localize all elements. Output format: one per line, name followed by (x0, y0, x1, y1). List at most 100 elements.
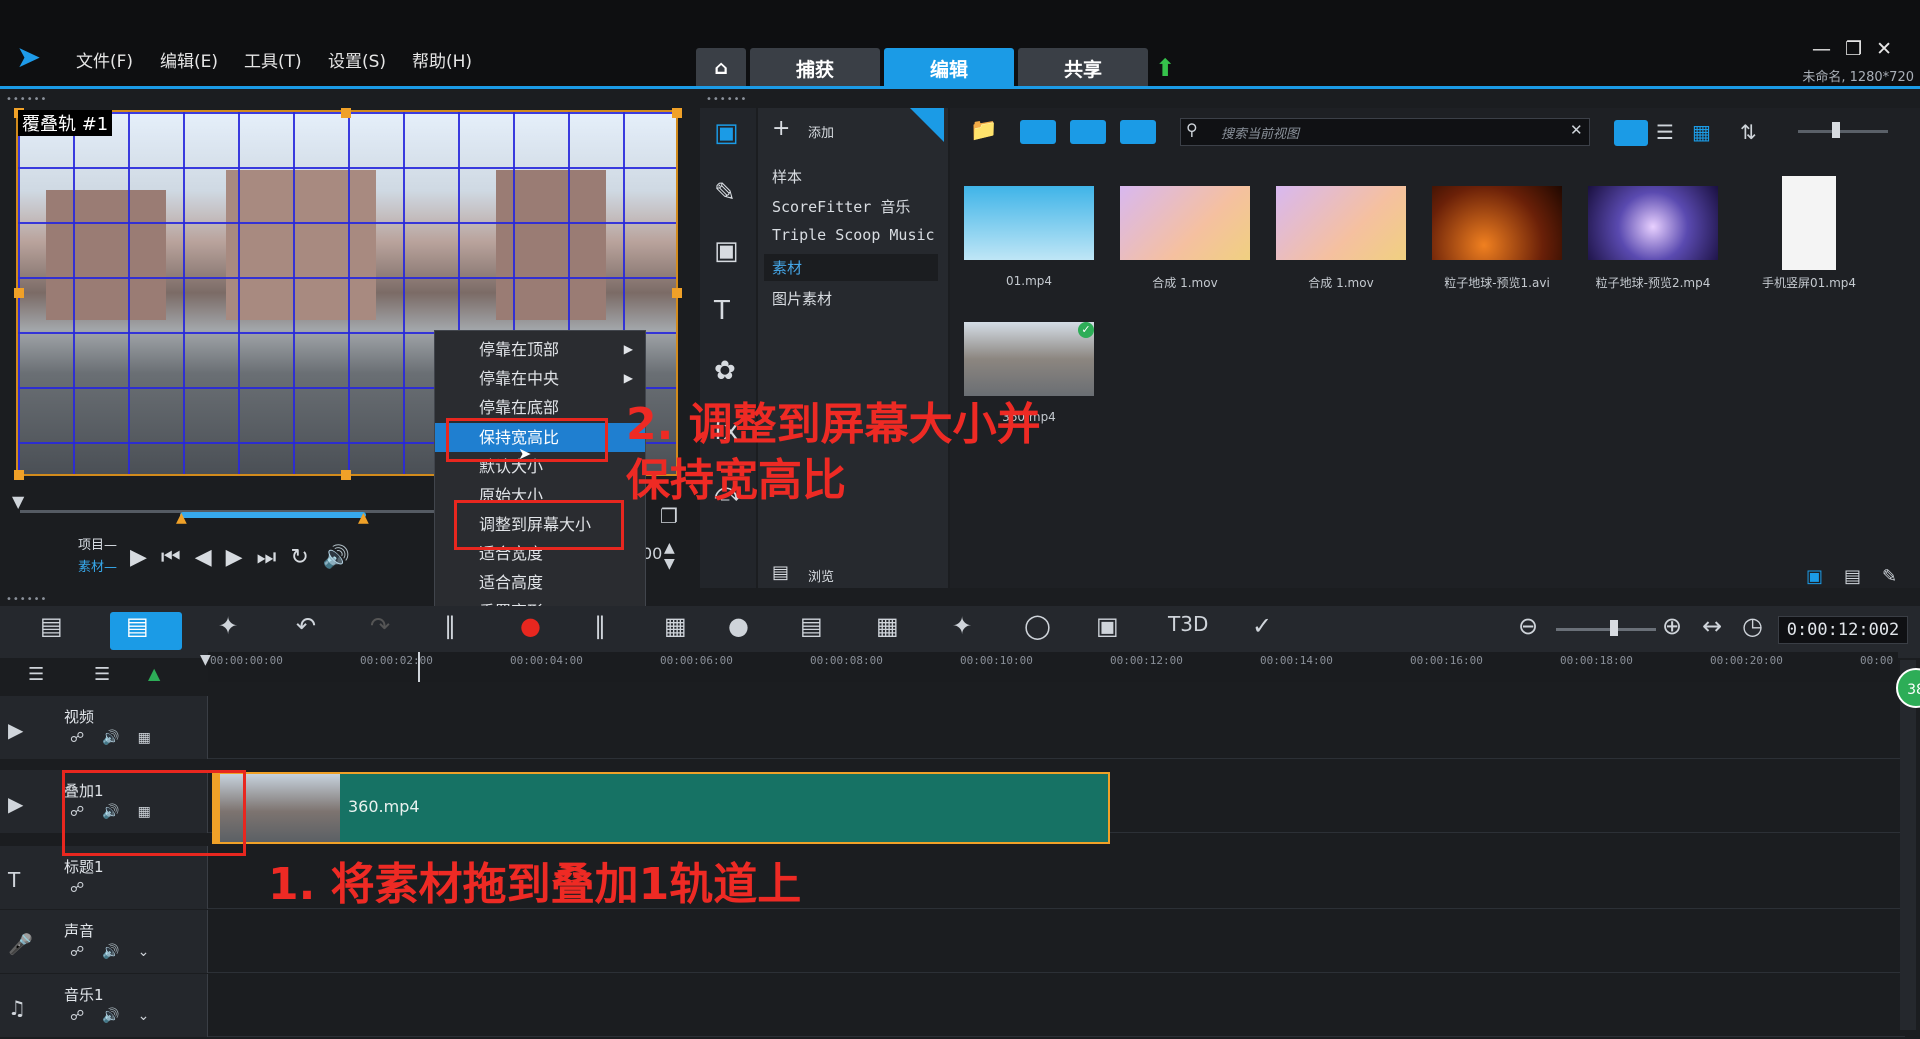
graphic-icon[interactable]: ✿ (714, 356, 736, 386)
clear-search-icon[interactable]: ✕ (1570, 121, 1583, 139)
panel-grip[interactable]: •••••• (706, 94, 747, 105)
menu-item-dock-top[interactable]: 停靠在顶部 ▶ (435, 335, 645, 364)
show-audio-icon[interactable] (1120, 120, 1156, 144)
resize-handle[interactable] (341, 470, 351, 480)
sort-icon[interactable]: ⇅ (1740, 120, 1757, 144)
instant-project-icon[interactable]: ✎ (714, 178, 736, 208)
show-photo-icon[interactable] (1070, 120, 1106, 144)
upload-icon[interactable]: ⬆ (1155, 54, 1175, 82)
project-mode-label[interactable]: 项目— (78, 535, 117, 557)
track-controls[interactable]: ☍ (70, 880, 102, 896)
slider-thumb[interactable] (1832, 122, 1840, 138)
pin-flag-icon[interactable] (910, 108, 944, 142)
media-thumbnail[interactable] (1120, 186, 1250, 260)
panel-grip[interactable]: •••••• (6, 94, 47, 105)
window-controls[interactable]: —❐✕ (1812, 38, 1906, 60)
menu-item-fit-height[interactable]: 适合高度 (435, 568, 645, 597)
storyboard-view-icon[interactable]: ▤ (40, 612, 63, 640)
timeline-view-icon[interactable]: ▤ (126, 612, 149, 640)
timeline-vertical-scrollbar[interactable] (1900, 660, 1916, 1030)
track-row-music[interactable]: ♫ 音乐1 ☍🔊⌄ (0, 974, 1905, 1037)
smart-package-icon[interactable]: ✓ (1252, 612, 1272, 640)
library-panel-icon[interactable]: ▣ (1806, 566, 1823, 587)
menu-settings[interactable]: 设置(S) (328, 47, 386, 72)
library-search-input[interactable]: 搜索当前视图 (1180, 118, 1590, 146)
fit-project-icon[interactable]: ↔ (1702, 612, 1722, 640)
media-library-icon[interactable]: ▣ (714, 118, 739, 148)
undo-icon[interactable]: ↶ (296, 612, 316, 640)
layout-icon[interactable]: ▤ (1844, 566, 1861, 587)
media-thumbnail[interactable] (1782, 176, 1836, 270)
auto-music-icon[interactable]: ▦ (664, 612, 687, 640)
motion-tracking-icon[interactable]: ✦ (952, 612, 972, 640)
timeline-ruler[interactable] (208, 652, 1898, 682)
edit-options-icon[interactable]: ✎ (1882, 566, 1897, 587)
media-thumbnail[interactable] (964, 186, 1094, 260)
menu-file[interactable]: 文件(F) (76, 47, 133, 72)
zoom-in-icon[interactable]: ⊕ (1662, 612, 1682, 640)
trim-range[interactable] (180, 512, 366, 518)
add-folder-label[interactable]: 添加 (808, 122, 834, 141)
transition-icon[interactable]: ▣ (714, 236, 739, 266)
mask-icon[interactable]: ◯ (1024, 612, 1051, 640)
title-editor-icon[interactable]: ▤ (800, 612, 823, 640)
nav-triple-scoop[interactable]: Triple Scoop Music (772, 226, 935, 244)
panel-grip[interactable]: •••••• (6, 594, 47, 605)
browse-label[interactable]: 浏览 (808, 566, 834, 585)
media-thumbnail[interactable] (1588, 186, 1718, 260)
timeline-clip[interactable] (212, 772, 1110, 844)
tools-icon[interactable]: ✦ (218, 612, 238, 640)
3d-title-icon[interactable]: T3D (1168, 612, 1208, 636)
sound-mixer-icon[interactable]: ∥ (594, 612, 606, 640)
show-video-icon[interactable] (1020, 120, 1056, 144)
menu-tools[interactable]: 工具(T) (244, 47, 302, 72)
track-controls[interactable]: ☍🔊⌄ (70, 1008, 167, 1024)
resize-handle[interactable] (672, 108, 682, 118)
playhead-start-icon[interactable]: ▼ (200, 652, 211, 668)
nav-samples[interactable]: 样本 (772, 166, 802, 187)
view-grid-icon[interactable]: ▦ (1692, 120, 1711, 144)
resize-handle[interactable] (14, 288, 24, 298)
nav-scorefitter[interactable]: ScoreFitter 音乐 (772, 196, 910, 217)
resize-handle[interactable] (341, 108, 351, 118)
title-icon[interactable]: T (714, 296, 730, 326)
track-controls[interactable]: ☍🔊▦ (70, 730, 169, 746)
view-list-icon[interactable]: ☰ (1656, 120, 1674, 144)
tab-edit[interactable]: 编辑 (884, 48, 1014, 88)
playhead[interactable] (418, 652, 420, 682)
tab-share[interactable]: 共享 (1018, 48, 1148, 88)
resize-handle[interactable] (14, 470, 24, 480)
zoom-slider-thumb[interactable] (1610, 620, 1618, 636)
menu-help[interactable]: 帮助(H) (412, 47, 472, 72)
thumbnail-size-slider[interactable] (1798, 130, 1888, 133)
color-grading-icon[interactable]: ● (728, 612, 749, 640)
zoom-slider[interactable] (1556, 628, 1656, 631)
project-duration-timecode[interactable]: 0:00:12:002 (1778, 616, 1908, 644)
browse-icon[interactable]: ▤ (772, 562, 789, 583)
open-folder-icon[interactable]: 📁 (970, 118, 997, 143)
redo-icon[interactable]: ↷ (370, 612, 390, 640)
add-folder-icon[interactable]: + (772, 116, 790, 141)
record-capture-icon[interactable]: ● (520, 612, 541, 640)
nav-footage[interactable]: 素材 (764, 254, 938, 281)
record-icon[interactable]: ∥ (444, 612, 456, 640)
resize-handle[interactable] (672, 288, 682, 298)
nav-images[interactable]: 图片素材 (772, 288, 832, 309)
trim-end-handle[interactable]: ▲ (358, 510, 369, 526)
media-thumbnail[interactable] (964, 322, 1094, 396)
view-thumbnail-icon[interactable] (1614, 120, 1648, 146)
add-track-icon[interactable]: ▲ (148, 664, 160, 683)
pan-zoom-icon[interactable]: ▣ (1096, 612, 1119, 640)
trim-start-handle[interactable]: ▲ (176, 510, 187, 526)
track-row-voice[interactable]: 🎤 声音 ☍🔊⌄ (0, 910, 1905, 973)
menu-edit[interactable]: 编辑(E) (160, 47, 218, 72)
tab-capture[interactable]: 捕获 (750, 48, 880, 88)
clip-mode-label[interactable]: 素材— (78, 557, 117, 579)
track-manager-icon[interactable]: ☰ (28, 664, 44, 685)
split-screen-icon[interactable]: ▦ (876, 612, 899, 640)
zoom-out-icon[interactable]: ⊖ (1518, 612, 1538, 640)
play-mode-labels[interactable]: 项目— 素材— (78, 535, 117, 579)
marker-icon[interactable]: ▼ (12, 492, 24, 511)
media-thumbnail[interactable] (1432, 186, 1562, 260)
home-tab-icon[interactable]: ⌂ (696, 48, 746, 88)
